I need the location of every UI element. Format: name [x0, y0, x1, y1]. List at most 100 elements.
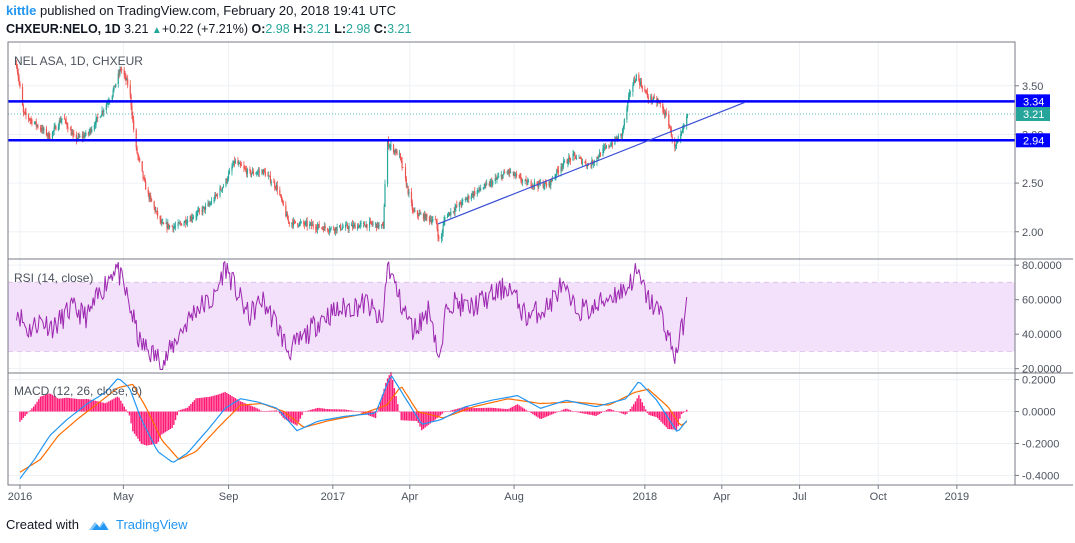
macd-histogram-bar: [32, 406, 35, 412]
macd-histogram-bar: [528, 411, 531, 413]
candle-body: [183, 222, 185, 226]
candle-body: [288, 221, 290, 224]
macd-histogram-bar: [161, 411, 163, 435]
macd-histogram-bar: [308, 410, 310, 412]
change-value: +0.22 (+7.21%): [161, 22, 248, 36]
candle-body: [228, 171, 231, 174]
candle-body: [414, 210, 416, 212]
candle-body: [585, 162, 587, 165]
macd-histogram-bar: [540, 411, 543, 419]
macd-histogram-bar: [600, 411, 602, 414]
macd-histogram-bar: [294, 411, 296, 425]
candle-body: [245, 168, 247, 170]
macd-histogram-bar: [318, 407, 320, 412]
candle-body: [435, 219, 437, 222]
candle-body: [156, 211, 159, 217]
candle-body: [498, 176, 500, 178]
candle-body: [617, 135, 619, 140]
macd-histogram-bar: [504, 408, 507, 412]
candle-body: [480, 189, 482, 191]
macd-histogram-bar: [31, 408, 33, 412]
candle-body: [438, 237, 440, 239]
macd-histogram-bar: [646, 411, 649, 414]
candle-body: [263, 169, 266, 172]
macd-histogram-bar: [111, 399, 113, 412]
x-tick-label: Aug: [504, 491, 524, 503]
macd-histogram-bar: [670, 411, 673, 430]
candle-body: [61, 118, 63, 121]
candle-body: [221, 189, 223, 191]
macd-histogram-bar: [578, 411, 580, 413]
macd-histogram-bar: [34, 404, 37, 412]
candle-body: [611, 143, 613, 145]
candle-body: [575, 155, 577, 159]
macd-histogram-bar: [325, 408, 327, 412]
candle-body: [53, 127, 55, 131]
macd-histogram-bar: [77, 399, 79, 412]
macd-histogram-bar: [186, 407, 189, 412]
macd-histogram-bar: [554, 411, 556, 414]
macd-histogram-bar: [173, 411, 175, 425]
candle-body: [287, 219, 289, 222]
macd-histogram-bar: [487, 407, 490, 412]
candle-body: [257, 172, 259, 174]
macd-histogram-bar: [439, 411, 442, 416]
candle-body: [574, 153, 576, 156]
macd-histogram-bar: [557, 411, 560, 413]
macd-histogram-bar: [533, 411, 536, 416]
macd-histogram-bar: [525, 409, 527, 412]
macd-histogram-bar: [330, 409, 332, 412]
macd-histogram-bar: [585, 411, 587, 414]
tradingview-link[interactable]: TradingView: [87, 517, 188, 532]
candle-body: [197, 211, 199, 213]
candle-body: [174, 226, 177, 228]
macd-histogram-bar: [537, 411, 539, 418]
macd-histogram-bar: [361, 411, 363, 413]
macd-histogram-bar: [250, 405, 252, 412]
macd-histogram-bar: [62, 398, 64, 412]
macd-histogram-bar: [564, 408, 567, 412]
candle-body: [474, 191, 476, 195]
x-tick-label: 2019: [945, 491, 969, 503]
candle-body: [431, 220, 433, 223]
candle-body: [569, 158, 572, 161]
candle-body: [645, 90, 647, 93]
macd-histogram-bar: [356, 411, 358, 412]
macd-histogram-bar: [499, 408, 502, 412]
macd-histogram-bar: [126, 411, 129, 413]
macd-histogram-bar: [335, 409, 337, 412]
candle-body: [454, 207, 456, 212]
candle-body: [316, 226, 319, 230]
macd-histogram-bar: [188, 405, 190, 412]
candle-body: [139, 158, 141, 162]
candle-body: [328, 230, 331, 232]
candle-body: [545, 183, 548, 186]
candle-body: [444, 216, 446, 221]
candle-body: [312, 224, 314, 227]
candle-body: [551, 179, 554, 181]
candle-body: [479, 187, 481, 190]
macd-histogram-bar: [53, 396, 55, 412]
macd-histogram-bar: [255, 407, 257, 412]
macd-histogram-bar: [118, 397, 120, 412]
candle-body: [31, 119, 33, 124]
candle-body: [51, 131, 54, 139]
chart-canvas[interactable]: 2016 May Sep 2017 Apr Aug 2018 Apr Jul Oct 2019 3.5…: [0, 40, 1075, 513]
candle-body: [306, 221, 308, 227]
candle-body: [107, 102, 109, 104]
candle-body: [216, 194, 219, 197]
macd-histogram-bar: [292, 411, 295, 424]
candle-body: [504, 172, 506, 174]
macd-histogram-bar: [357, 411, 360, 413]
candle-body: [315, 226, 317, 229]
candle-body: [470, 196, 472, 200]
x-tick-label: Apr: [401, 491, 418, 503]
author-link[interactable]: kittle: [6, 3, 36, 18]
candle-body: [232, 165, 234, 167]
candle-body: [66, 122, 68, 127]
macd-histogram-bar: [262, 411, 264, 412]
x-tick-label: Oct: [870, 491, 887, 503]
macd-histogram-bar: [521, 407, 524, 412]
candle-body: [550, 179, 552, 186]
macd-histogram-bar: [226, 392, 228, 412]
